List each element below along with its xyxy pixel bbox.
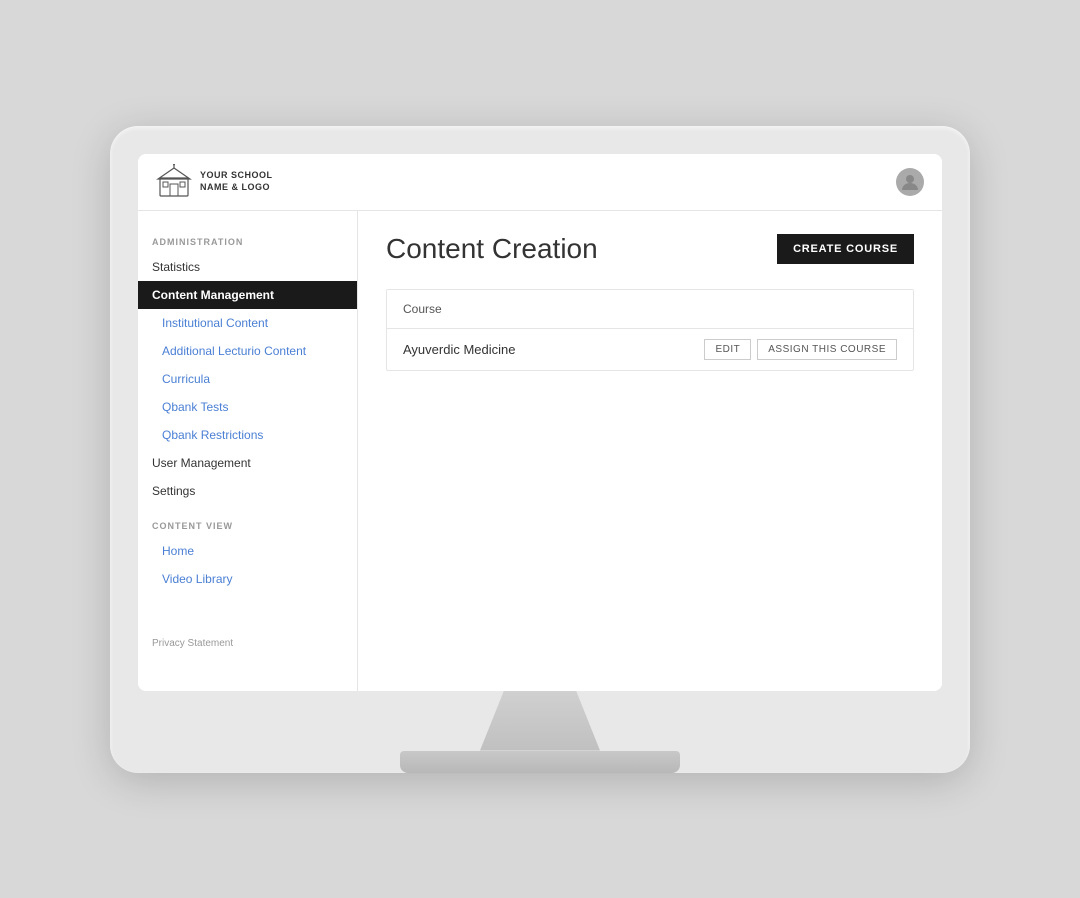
table-header: Course (387, 290, 913, 329)
app-header: YOUR SCHOOL NAME & LOGO (138, 154, 942, 211)
table-row: Ayuverdic Medicine EDIT ASSIGN THIS COUR… (387, 329, 913, 370)
sidebar-item-qbank-restrictions[interactable]: Qbank Restrictions (138, 421, 357, 449)
sidebar-item-additional-lecturio-content[interactable]: Additional Lecturio Content (138, 337, 357, 365)
main-header: Content Creation CREATE COURSE (386, 233, 914, 265)
main-content: Content Creation CREATE COURSE Course Ay… (358, 211, 942, 691)
user-avatar[interactable] (896, 168, 924, 196)
monitor-stand-neck (480, 691, 600, 751)
avatar-icon (900, 172, 920, 192)
monitor-outer: YOUR SCHOOL NAME & LOGO ADMINISTRATION S… (110, 126, 970, 773)
sidebar: ADMINISTRATION Statistics Content Manage… (138, 211, 358, 691)
course-table: Course Ayuverdic Medicine EDIT ASSIGN TH… (386, 289, 914, 371)
sidebar-footer: Privacy Statement (138, 633, 357, 651)
sidebar-item-statistics[interactable]: Statistics (138, 253, 357, 281)
row-actions: EDIT ASSIGN THIS COURSE (704, 339, 897, 360)
school-logo-icon (156, 164, 192, 200)
sidebar-item-video-library[interactable]: Video Library (138, 565, 357, 593)
assign-course-button[interactable]: ASSIGN THIS COURSE (757, 339, 897, 360)
logo-area: YOUR SCHOOL NAME & LOGO (156, 164, 273, 200)
sidebar-item-home[interactable]: Home (138, 537, 357, 565)
sidebar-item-curricula[interactable]: Curricula (138, 365, 357, 393)
sidebar-item-user-management[interactable]: User Management (138, 449, 357, 477)
logo-text: YOUR SCHOOL NAME & LOGO (200, 170, 273, 193)
sidebar-item-qbank-tests[interactable]: Qbank Tests (138, 393, 357, 421)
monitor-stand-base (400, 751, 680, 773)
sidebar-item-settings[interactable]: Settings (138, 477, 357, 505)
app-body: ADMINISTRATION Statistics Content Manage… (138, 211, 942, 691)
sidebar-item-institutional-content[interactable]: Institutional Content (138, 309, 357, 337)
edit-button[interactable]: EDIT (704, 339, 751, 360)
content-view-section-label: CONTENT VIEW (138, 521, 357, 537)
page-title: Content Creation (386, 233, 598, 265)
admin-section-label: ADMINISTRATION (138, 237, 357, 253)
sidebar-item-content-management[interactable]: Content Management (138, 281, 357, 309)
create-course-button[interactable]: CREATE COURSE (777, 234, 914, 264)
monitor-screen: YOUR SCHOOL NAME & LOGO ADMINISTRATION S… (138, 154, 942, 691)
course-column-header: Course (403, 302, 442, 316)
course-name: Ayuverdic Medicine (403, 342, 515, 357)
privacy-statement-link[interactable]: Privacy Statement (152, 638, 233, 649)
